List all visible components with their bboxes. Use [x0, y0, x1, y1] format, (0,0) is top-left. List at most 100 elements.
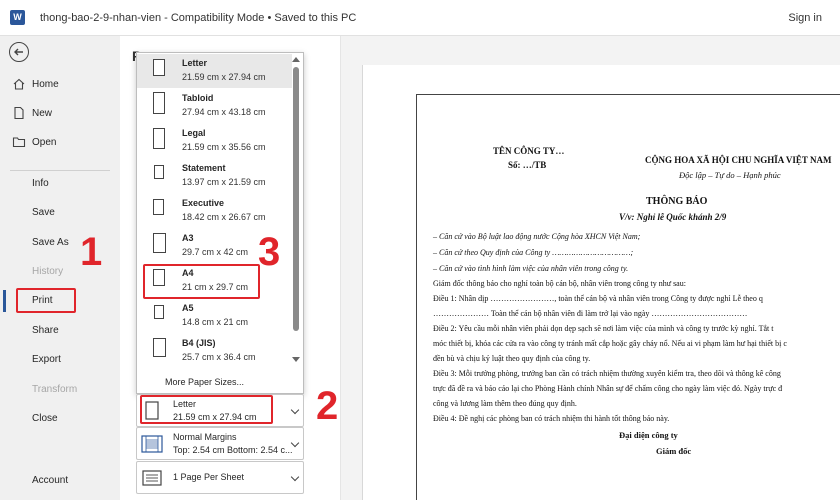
- paper-size-option[interactable]: Tabloid 27.94 cm x 43.18 cm: [137, 89, 292, 123]
- nav-divider: [10, 170, 110, 171]
- scroll-up-icon[interactable]: [292, 57, 300, 62]
- paper-size-name: Letter: [182, 58, 208, 68]
- nav-home[interactable]: Home: [0, 74, 120, 96]
- back-arrow-icon[interactable]: [9, 42, 29, 62]
- nav-open[interactable]: Open: [0, 132, 120, 154]
- nav-label: Account: [32, 475, 69, 486]
- nav-transform: Transform: [0, 379, 120, 401]
- portrait-page-icon: [154, 305, 164, 319]
- margins-detail: Top: 2.54 cm Bottom: 2.54 c...: [173, 445, 293, 455]
- portrait-page-icon: [153, 338, 166, 357]
- letter-highlight-box: [140, 395, 273, 424]
- portrait-page-icon: [153, 199, 164, 215]
- nav-label: Transform: [32, 384, 78, 395]
- pages-per-sheet-label: 1 Page Per Sheet: [173, 472, 245, 482]
- paper-size-dropdown: Letter 21.59 cm x 27.94 cm Tabloid 27.94…: [136, 52, 304, 394]
- doc-motto: Độc lập – Tự do – Hạnh phúc: [679, 170, 781, 180]
- paper-size-dimensions: 25.7 cm x 36.4 cm: [182, 352, 256, 362]
- doc-line: ………………… Toàn thể cán bộ nhân viên đi làm…: [433, 309, 748, 318]
- paper-size-option[interactable]: Letter 21.59 cm x 27.94 cm: [137, 54, 292, 88]
- portrait-page-icon: [153, 92, 165, 114]
- paper-size-name: Legal: [182, 128, 206, 138]
- scroll-thumb[interactable]: [293, 67, 299, 331]
- paper-size-option[interactable]: B4 (JIS) 25.7 cm x 36.4 cm: [137, 334, 292, 368]
- pages-per-sheet-selector[interactable]: 1 Page Per Sheet: [136, 461, 304, 494]
- paper-size-dimensions: 21.59 cm x 35.56 cm: [182, 142, 266, 152]
- doc-line: – Căn cứ theo Quy định của Công ty ………………: [433, 248, 634, 257]
- scroll-down-icon[interactable]: [292, 357, 300, 362]
- paper-size-name: Tabloid: [182, 93, 214, 103]
- a4-highlight-box: [143, 264, 260, 299]
- paper-size-option[interactable]: A5 14.8 cm x 21 cm: [137, 299, 292, 333]
- paper-size-dimensions: 27.94 cm x 43.18 cm: [182, 107, 266, 117]
- doc-heading: THÔNG BÁO: [646, 196, 708, 207]
- doc-line: Giám đốc thông báo cho nghỉ toàn bộ cán …: [433, 279, 686, 288]
- folder-icon: [12, 137, 26, 148]
- new-doc-icon: [14, 106, 24, 120]
- nav-label: Close: [32, 413, 58, 424]
- nav-label: Save As: [32, 237, 69, 248]
- portrait-page-icon: [153, 233, 166, 253]
- doc-number: Số: …/TB: [508, 160, 547, 170]
- title-bar: W thong-bao-2-9-nhan-vien - Compatibilit…: [0, 0, 840, 36]
- portrait-page-icon: [154, 165, 164, 179]
- doc-line: đền bù và chịu kỷ luật theo quy định của…: [433, 354, 591, 363]
- doc-nation: CỘNG HOA XÃ HỘI CHU NGHĨA VIỆT NAM: [645, 155, 832, 165]
- nav-new[interactable]: New: [0, 103, 120, 125]
- print-highlight-box: [16, 288, 76, 313]
- doc-representative: Đại diện công ty: [619, 430, 678, 440]
- portrait-page-icon: [153, 128, 165, 149]
- chevron-down-icon: [290, 472, 300, 482]
- paper-size-name: B4 (JIS): [182, 338, 216, 348]
- nav-label: Home: [32, 79, 59, 90]
- paper-size-option[interactable]: Statement 13.97 cm x 21.59 cm: [137, 159, 292, 193]
- word-icon: W: [10, 10, 25, 25]
- callout-step-2: 2: [316, 384, 339, 428]
- nav-share[interactable]: Share: [0, 320, 120, 342]
- callout-step-1: 1: [80, 230, 103, 274]
- nav-label: Save: [32, 207, 55, 218]
- portrait-page-icon: [153, 59, 165, 76]
- pages-per-sheet-icon: [142, 470, 162, 486]
- doc-line: – Căn cứ vào tình hình làm việc của nhân…: [433, 264, 629, 273]
- doc-line: móc thiết bị, khóa các cửa ra vào công t…: [433, 339, 787, 348]
- doc-line: Điều 1: Nhân dịp ……………………, toàn thể cán …: [433, 294, 763, 303]
- doc-line: công và lương làm thêm theo đúng quy địn…: [433, 399, 577, 408]
- nav-account[interactable]: Account: [0, 470, 120, 492]
- nav-export[interactable]: Export: [0, 349, 120, 371]
- doc-line: Điều 3: Mỗi trưởng phòng, trưởng ban cần…: [433, 369, 781, 378]
- doc-line: Điều 2: Yêu cầu mỗi nhân viên phải dọn d…: [433, 324, 774, 333]
- paper-size-dimensions: 21.59 cm x 27.94 cm: [182, 72, 266, 82]
- chevron-down-icon: [290, 405, 300, 415]
- doc-line: Điều 4: Đề nghị các phòng ban có trách n…: [433, 414, 670, 423]
- margins-icon: [141, 435, 163, 453]
- paper-size-name: A3: [182, 233, 194, 243]
- paper-size-name: Statement: [182, 163, 226, 173]
- more-paper-sizes-link[interactable]: More Paper Sizes...: [165, 377, 244, 387]
- sign-in-link[interactable]: Sign in: [788, 12, 822, 24]
- doc-subject: V/v: Nghỉ lễ Quốc khánh 2/9: [619, 212, 727, 222]
- nav-save[interactable]: Save: [0, 202, 120, 224]
- nav-label: New: [32, 108, 53, 119]
- margins-name: Normal Margins: [173, 432, 237, 442]
- margins-selector[interactable]: Normal Margins Top: 2.54 cm Bottom: 2.54…: [136, 427, 304, 460]
- doc-director: Giám đốc: [656, 446, 692, 456]
- nav-info[interactable]: Info: [0, 173, 120, 195]
- dropdown-scrollbar[interactable]: [292, 57, 300, 389]
- nav-label: Export: [32, 354, 61, 365]
- nav-label: Share: [32, 325, 59, 336]
- doc-line: trực đã đề ra và báo cáo lại cho Phòng H…: [433, 384, 783, 393]
- nav-label: Info: [32, 178, 49, 189]
- nav-close[interactable]: Close: [0, 408, 120, 430]
- pane-divider: [340, 36, 341, 500]
- paper-size-option[interactable]: Executive 18.42 cm x 26.67 cm: [137, 194, 292, 228]
- paper-size-dimensions: 13.97 cm x 21.59 cm: [182, 177, 266, 187]
- callout-step-3: 3: [258, 230, 281, 274]
- home-icon: [13, 78, 25, 90]
- doc-line: – Căn cứ vào Bộ luật lao động nước Cộng …: [433, 232, 641, 241]
- paper-size-option[interactable]: Legal 21.59 cm x 35.56 cm: [137, 124, 292, 158]
- document-title: thong-bao-2-9-nhan-vien - Compatibility …: [40, 12, 357, 24]
- paper-size-dimensions: 18.42 cm x 26.67 cm: [182, 212, 266, 222]
- paper-size-dimensions: 29.7 cm x 42 cm: [182, 247, 249, 257]
- paper-size-name: Executive: [182, 198, 225, 208]
